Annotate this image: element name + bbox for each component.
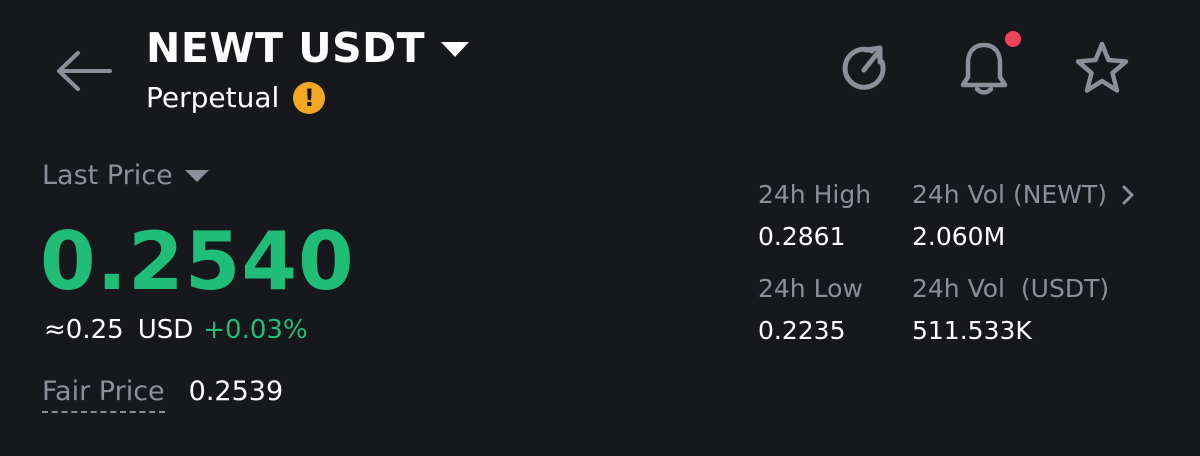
arrow-left-icon <box>57 51 112 91</box>
fair-price-row: Fair Price 0.2539 <box>42 374 283 413</box>
fair-price-label[interactable]: Fair Price <box>42 374 165 413</box>
contract-type-label: Perpetual <box>146 81 280 114</box>
notification-dot <box>1005 31 1021 47</box>
price-type-label: Last Price <box>42 160 173 191</box>
warning-icon[interactable]: ! <box>293 82 326 114</box>
volume-base-label: 24h Vol (NEWT) <box>912 180 1107 209</box>
usd-price-row: ≈0.25 USD +0.03% <box>44 312 308 348</box>
price-type-selector[interactable]: Last Price <box>42 158 209 194</box>
last-price-value: 0.2540 <box>40 215 355 308</box>
volume-quote-value: 511.533K <box>912 316 1032 345</box>
low-24h-label: 24h Low <box>758 274 863 303</box>
notifications-button[interactable] <box>952 36 1016 100</box>
star-icon <box>1075 41 1129 93</box>
high-24h-label: 24h High <box>758 180 872 209</box>
caret-down-icon <box>441 41 470 57</box>
chevron-right-icon <box>1121 184 1135 206</box>
high-24h-value: 0.2861 <box>758 222 846 251</box>
low-24h-value: 0.2235 <box>758 316 846 345</box>
bell-icon <box>960 42 1008 95</box>
contract-info: Perpetual ! <box>146 80 326 116</box>
favorite-button[interactable] <box>1070 36 1134 100</box>
refresh-icon <box>842 45 886 90</box>
usd-unit-label: USD <box>137 315 194 345</box>
volume-quote-label: 24h Vol (USDT) <box>912 274 1110 303</box>
usd-approx-value: ≈0.25 <box>44 315 124 345</box>
refresh-button[interactable] <box>834 36 898 100</box>
back-button[interactable] <box>52 40 114 102</box>
volume-base-selector[interactable]: 24h Vol (NEWT) <box>912 178 1135 212</box>
caret-down-icon <box>184 170 209 182</box>
price-change-percent: +0.03% <box>203 315 308 345</box>
volume-base-value: 2.060M <box>912 222 1006 251</box>
symbol-selector[interactable]: NEWT USDT <box>146 22 470 74</box>
fair-price-value: 0.2539 <box>188 376 284 407</box>
symbol-title: NEWT USDT <box>146 24 426 72</box>
